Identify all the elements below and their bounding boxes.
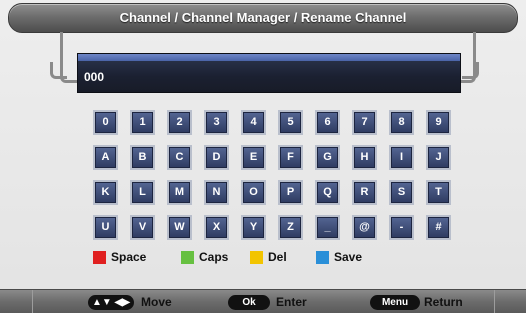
key-1-2[interactable]: C — [169, 147, 190, 168]
key-2-3[interactable]: N — [206, 182, 227, 203]
key-3-0[interactable]: U — [95, 217, 116, 238]
footer-divider — [494, 290, 495, 313]
move-hint-label: Move — [141, 295, 172, 309]
key-1-8[interactable]: I — [391, 147, 412, 168]
key-2-2[interactable]: M — [169, 182, 190, 203]
key-3-9[interactable]: # — [428, 217, 449, 238]
key-0-8[interactable]: 8 — [391, 112, 412, 133]
key-1-7[interactable]: H — [354, 147, 375, 168]
key-1-0[interactable]: A — [95, 147, 116, 168]
legend-label: Caps — [199, 250, 229, 264]
key-0-9[interactable]: 9 — [428, 112, 449, 133]
footer-bar: ▲▼ ◀▶ Move Ok Enter Menu Return — [0, 289, 526, 313]
title-bar: Channel / Channel Manager / Rename Chann… — [8, 3, 518, 33]
key-1-5[interactable]: F — [280, 147, 301, 168]
key-3-7[interactable]: @ — [354, 217, 375, 238]
key-3-1[interactable]: V — [132, 217, 153, 238]
channel-name-input[interactable]: 000 — [77, 53, 461, 93]
key-3-5[interactable]: Z — [280, 217, 301, 238]
key-0-3[interactable]: 3 — [206, 112, 227, 133]
key-0-2[interactable]: 2 — [169, 112, 190, 133]
color-swatch-icon — [93, 251, 106, 264]
page-title: Channel / Channel Manager / Rename Chann… — [119, 10, 407, 25]
key-0-4[interactable]: 4 — [243, 112, 264, 133]
key-1-4[interactable]: E — [243, 147, 264, 168]
key-2-7[interactable]: R — [354, 182, 375, 203]
color-swatch-icon — [316, 251, 329, 264]
input-highlight — [78, 54, 460, 61]
channel-name-value: 000 — [84, 70, 105, 84]
key-3-2[interactable]: W — [169, 217, 190, 238]
key-1-6[interactable]: G — [317, 147, 338, 168]
color-swatch-icon — [250, 251, 263, 264]
key-2-4[interactable]: O — [243, 182, 264, 203]
key-2-5[interactable]: P — [280, 182, 301, 203]
key-0-6[interactable]: 6 — [317, 112, 338, 133]
key-2-1[interactable]: L — [132, 182, 153, 203]
key-0-1[interactable]: 1 — [132, 112, 153, 133]
legend-label: Space — [111, 250, 147, 264]
key-3-3[interactable]: X — [206, 217, 227, 238]
key-2-0[interactable]: K — [95, 182, 116, 203]
return-hint-label: Return — [424, 295, 463, 309]
key-2-9[interactable]: T — [428, 182, 449, 203]
footer-divider — [32, 290, 33, 313]
key-1-3[interactable]: D — [206, 147, 227, 168]
key-1-1[interactable]: B — [132, 147, 153, 168]
key-1-9[interactable]: J — [428, 147, 449, 168]
enter-hint-label: Enter — [276, 295, 307, 309]
ok-key-icon: Ok — [228, 295, 270, 310]
key-2-6[interactable]: Q — [317, 182, 338, 203]
key-3-8[interactable]: - — [391, 217, 412, 238]
key-2-8[interactable]: S — [391, 182, 412, 203]
panel-frame-corner-left — [50, 62, 67, 79]
key-0-5[interactable]: 5 — [280, 112, 301, 133]
legend-label: Save — [334, 250, 363, 264]
menu-key-icon: Menu — [370, 295, 420, 310]
key-3-4[interactable]: Y — [243, 217, 264, 238]
legend-label: Del — [268, 250, 287, 264]
key-0-0[interactable]: 0 — [95, 112, 116, 133]
arrow-keys-icon: ▲▼ ◀▶ — [88, 295, 134, 310]
color-swatch-icon — [181, 251, 194, 264]
key-3-6[interactable]: _ — [317, 217, 338, 238]
key-0-7[interactable]: 7 — [354, 112, 375, 133]
panel-frame-corner-right — [462, 62, 479, 79]
